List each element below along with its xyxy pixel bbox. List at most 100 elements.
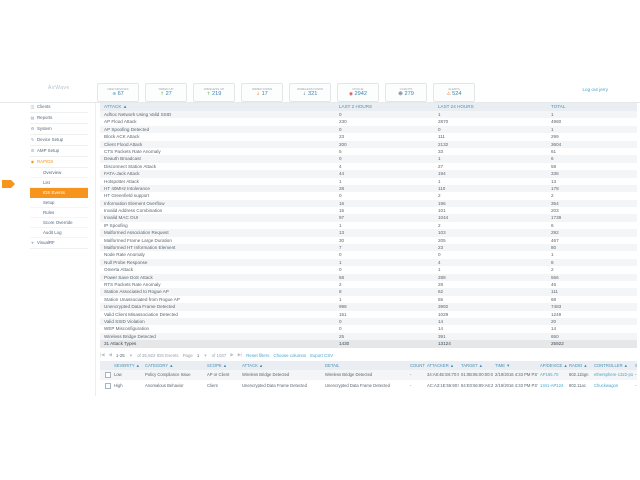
- last-2-hours-value: 15: [335, 207, 434, 214]
- table-row: Information Element Overflow 16 196 354: [100, 200, 637, 207]
- stat-clients[interactable]: CLIENTS ☻279: [385, 83, 427, 102]
- last-24-hours-value: 111: [434, 133, 547, 140]
- attack-table-header: ATTACK ▲ LAST 2 HOURS LAST 24 HOURS TOTA…: [100, 103, 637, 111]
- attack-name: Unencrypted Data Frame Detected: [100, 303, 335, 310]
- last-2-hours-value: 230: [335, 118, 434, 125]
- gear-icon: ⚙: [30, 124, 35, 134]
- logout-link[interactable]: Log out jerry: [582, 87, 608, 92]
- total-value: 58: [547, 163, 637, 170]
- sidebar-item-rapids-overview[interactable]: Overview: [30, 168, 88, 178]
- last-2-hours-value: 0: [335, 325, 434, 332]
- reset-filters-link[interactable]: Reset filters: [246, 353, 269, 358]
- last-page-button[interactable]: ▶|: [238, 352, 243, 358]
- attack-name: Valid Client Misassociation Detected: [100, 311, 335, 318]
- stat-new-devices[interactable]: NEW DEVICES ⊕67: [97, 83, 139, 102]
- events-table-body: Low Policy Compliance Issue AP or Client…: [100, 370, 637, 392]
- new-devices-icon: ⊕: [112, 92, 116, 97]
- radio-cell: 802.11bgn: [567, 370, 592, 380]
- sidebar-item-rapids-setup[interactable]: Setup: [30, 198, 88, 208]
- col-attack[interactable]: ATTACK ▲: [240, 361, 323, 370]
- table-row: Station Associated to Rogue AP 8 62 111: [100, 288, 637, 295]
- next-page-button[interactable]: ▶: [230, 352, 233, 358]
- col-severity[interactable]: SEVERITY ▲: [112, 361, 143, 370]
- detail-cell: Wireless Bridge Detected: [323, 370, 408, 380]
- last-24-hours-value: 0: [434, 251, 547, 258]
- sidebar-item-rapids-rules[interactable]: Rules: [30, 208, 88, 218]
- visualrf-icon: ⌖: [30, 238, 35, 248]
- total-value: 6: [547, 155, 637, 162]
- sidebar-item-clients[interactable]: ◫ Clients: [30, 102, 88, 113]
- col-detail[interactable]: DETAIL: [323, 361, 408, 370]
- col-category[interactable]: CATEGORY ▲: [143, 361, 205, 370]
- table-row: WEP Misconfiguration 0 14 14: [100, 325, 637, 332]
- controller-link[interactable]: Chuckwagon: [592, 381, 633, 391]
- total-value: 8: [547, 259, 637, 266]
- sidebar-item-rapids-audit-log[interactable]: Audit Log: [30, 228, 88, 238]
- total-value: 13: [547, 178, 637, 185]
- attack-name: Node Rate Anomaly: [100, 251, 335, 258]
- attack-summary-table: ATTACK ▲ LAST 2 HOURS LAST 24 HOURS TOTA…: [100, 103, 637, 348]
- col-target[interactable]: TARGET ▲: [459, 361, 493, 370]
- col-ap-device[interactable]: AP/DEVICE ▲: [538, 361, 567, 370]
- col-last-2-hours[interactable]: LAST 2 HOURS: [335, 103, 434, 111]
- ap-device-link[interactable]: AP165.70: [538, 370, 567, 380]
- last-2-hours-value: 4: [335, 163, 434, 170]
- sidebar-item-reports[interactable]: ▤ Reports: [30, 113, 88, 124]
- col-total[interactable]: TOTAL: [547, 103, 637, 111]
- sidebar-item-rapids[interactable]: ◉ RAPIDS: [30, 157, 88, 168]
- table-row: Hotspotter Attack 1 1 13: [100, 178, 637, 185]
- ap-device-link[interactable]: 1341-AP124: [538, 381, 567, 391]
- row-checkbox[interactable]: [105, 383, 111, 389]
- last-24-hours-value: 33: [434, 148, 547, 155]
- col-radio[interactable]: RADIO ▲: [567, 361, 592, 370]
- stat-alerts[interactable]: ALERTS ⚠524: [433, 83, 475, 102]
- stat-wireless-down[interactable]: WIRELESS DOWN ↓321: [289, 83, 331, 102]
- attack-name: IP Spoofing: [100, 222, 335, 229]
- table-row: Node Rate Anomaly 0 0 1: [100, 251, 637, 258]
- col-last-24-hours[interactable]: LAST 24 HOURS: [434, 103, 547, 111]
- attacker-mac-cell: 34:A8:4E:E6:70:80: [425, 370, 459, 380]
- col-count[interactable]: COUNT: [408, 361, 425, 370]
- sidebar-item-system[interactable]: ⚙ System: [30, 124, 88, 135]
- sidebar-item-device-setup[interactable]: ✎ Device Setup: [30, 135, 88, 146]
- attack-name: Power Save DoS Attack: [100, 274, 335, 281]
- category-cell: Anomalous Behavior: [143, 381, 205, 391]
- last-24-hours-value: 196: [434, 200, 547, 207]
- page-select[interactable]: 1: [197, 353, 199, 358]
- range-select[interactable]: 1-25: [116, 353, 125, 358]
- controller-link[interactable]: ethersphere-1322-porthello: [592, 370, 633, 380]
- export-csv-link[interactable]: Export CSV: [310, 353, 333, 358]
- page-caret-icon[interactable]: ▼: [203, 353, 207, 358]
- sidebar-item-rapids-ids-events[interactable]: IDS Events: [30, 188, 88, 198]
- last-2-hours-value: 998: [335, 303, 434, 310]
- col-attacker[interactable]: ATTACKER ▲: [425, 361, 459, 370]
- attack-name: Invalid MAC OUI: [100, 214, 335, 221]
- device-status-bar: NEW DEVICES ⊕67 WIRED UP ↑27 WIRELESS UP…: [97, 83, 475, 102]
- sidebar-item-rapids-list[interactable]: List: [30, 178, 88, 188]
- range-caret-icon[interactable]: ▼: [129, 353, 133, 358]
- choose-columns-link[interactable]: Choose columns: [273, 353, 306, 358]
- stat-wired-up[interactable]: WIRED UP ↑27: [145, 83, 187, 102]
- sidebar-item-rapids-score-override[interactable]: Score Override: [30, 218, 88, 228]
- col-time[interactable]: TIME ▼: [493, 361, 538, 370]
- col-scope[interactable]: SCOPE ▲: [205, 361, 240, 370]
- clients-icon: ◫: [30, 102, 35, 112]
- sidebar-item-amp-setup[interactable]: ☰ AMP Setup: [30, 146, 88, 157]
- prev-page-button[interactable]: ◀: [109, 352, 112, 358]
- attack-name: Wireless Bridge Detected: [100, 333, 335, 340]
- stat-rogue[interactable]: ROGUE ◉2942: [337, 83, 379, 102]
- attack-name: Client Flood Attack: [100, 141, 335, 148]
- col-ssid[interactable]: SSID ▲: [633, 361, 637, 370]
- row-checkbox[interactable]: [105, 372, 111, 378]
- stat-wired-down[interactable]: WIRED DOWN ↓17: [241, 83, 283, 102]
- last-24-hours-value: 1: [434, 111, 547, 118]
- col-attack[interactable]: ATTACK ▲: [100, 103, 335, 111]
- stat-wireless-up[interactable]: WIRELESS UP ↑219: [193, 83, 235, 102]
- first-page-button[interactable]: |◀: [100, 352, 105, 358]
- sidebar-item-visualrf[interactable]: ⌖ VisualRF: [30, 238, 88, 249]
- attack-name: Disconnect Station Attack: [100, 163, 335, 170]
- attack-name: Malformed HT Information Element: [100, 244, 335, 251]
- time-cell: 2/19/2016 4:33 PM PST: [493, 370, 538, 380]
- col-controller[interactable]: CONTROLLER ▲: [592, 361, 633, 370]
- scope-cell: Client: [205, 381, 240, 391]
